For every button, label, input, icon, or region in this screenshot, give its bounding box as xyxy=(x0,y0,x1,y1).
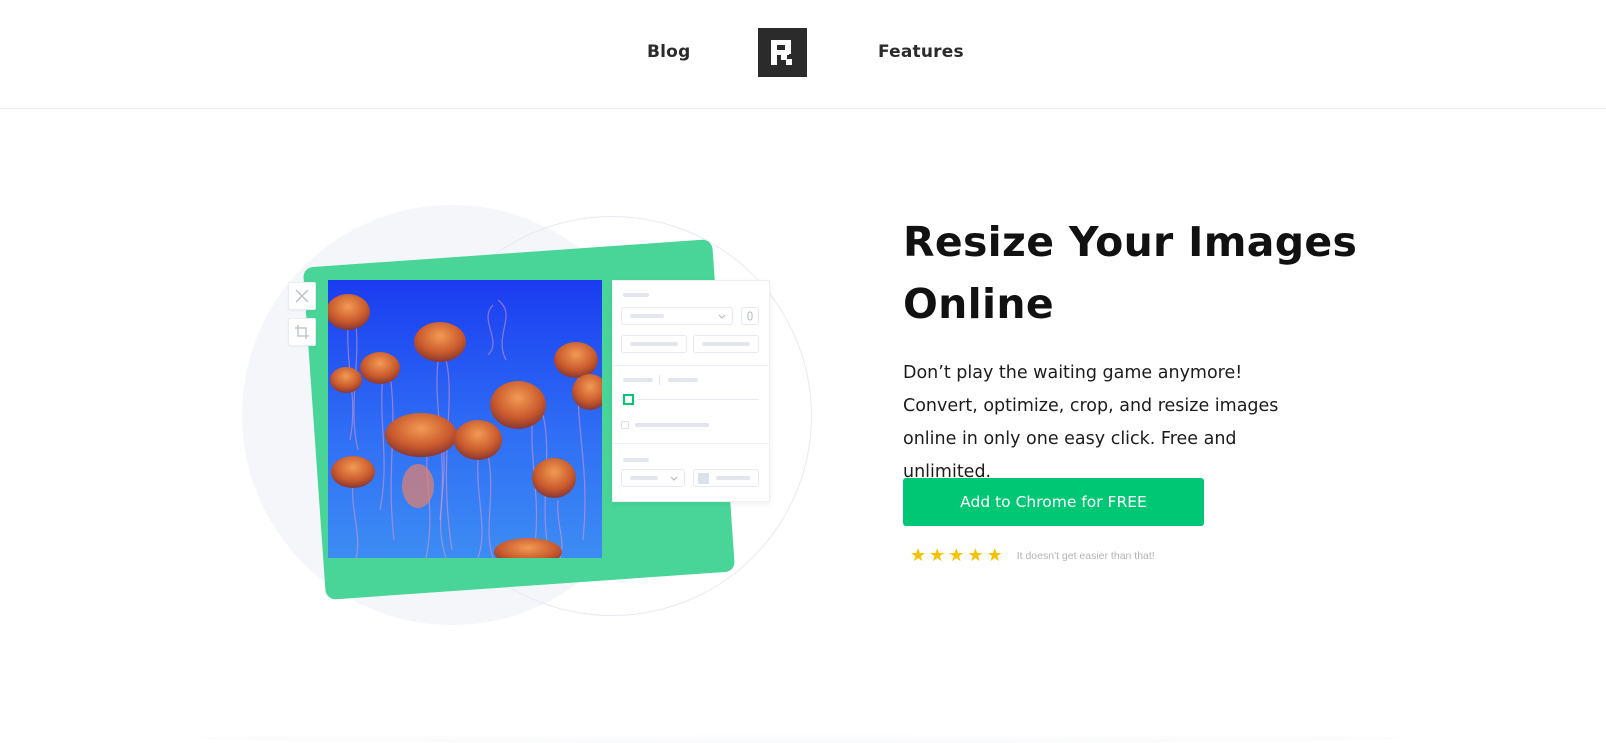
star-icon: ★ xyxy=(929,545,946,566)
format-select[interactable] xyxy=(621,307,733,325)
logo-r-icon xyxy=(770,40,792,65)
nav-features-link[interactable]: Features xyxy=(878,42,964,62)
quality-slider-handle[interactable] xyxy=(623,394,634,405)
close-tool-button[interactable] xyxy=(288,282,316,310)
hero-description: Don’t play the waiting game anymore! Con… xyxy=(903,363,1279,482)
chevron-down-icon xyxy=(718,314,726,319)
rating-text: It doesn't get easier than that! xyxy=(1016,550,1155,562)
close-icon xyxy=(295,289,309,303)
logo[interactable] xyxy=(758,28,807,77)
chevron-down-icon xyxy=(670,476,678,481)
site-header: Blog Features xyxy=(0,0,1606,109)
color-field[interactable] xyxy=(693,469,759,487)
rating: ★ ★ ★ ★ ★ It doesn't get easier than tha… xyxy=(910,546,1155,566)
section-divider xyxy=(200,733,1400,743)
star-icon: ★ xyxy=(986,545,1003,566)
hero-illustration xyxy=(0,109,820,709)
height-field[interactable] xyxy=(693,335,759,353)
output-select[interactable] xyxy=(621,469,685,487)
panel-label-placeholder xyxy=(623,293,649,297)
star-icon: ★ xyxy=(910,545,927,566)
hero-title-line2: Online xyxy=(903,280,1054,328)
rating-stars: ★ ★ ★ ★ ★ xyxy=(910,546,1003,566)
option-checkbox[interactable] xyxy=(621,421,629,429)
hero-title: Resize Your Images Online xyxy=(903,211,1363,335)
add-to-chrome-button[interactable]: Add to Chrome for FREE xyxy=(903,478,1204,526)
hero-title-line1: Resize Your Images xyxy=(903,218,1358,266)
star-icon: ★ xyxy=(967,545,984,566)
star-icon: ★ xyxy=(948,545,965,566)
settings-panel xyxy=(612,280,770,502)
jellyfish-photo xyxy=(328,280,602,558)
crop-tool-button[interactable] xyxy=(288,318,316,346)
crop-icon xyxy=(295,325,309,339)
quality-slider-track[interactable] xyxy=(637,399,759,400)
paperclip-icon xyxy=(747,311,753,321)
width-field[interactable] xyxy=(621,335,687,353)
nav-blog-link[interactable]: Blog xyxy=(647,42,690,62)
attach-button[interactable] xyxy=(741,307,759,325)
